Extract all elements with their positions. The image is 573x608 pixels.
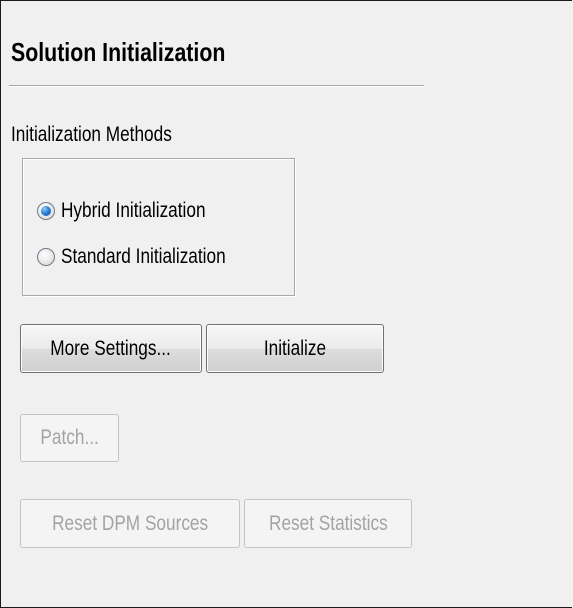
reset-dpm-sources-button[interactable]: Reset DPM Sources <box>20 499 240 548</box>
reset-statistics-button[interactable]: Reset Statistics <box>244 499 412 548</box>
reset-statistics-button-label: Reset Statistics <box>268 511 388 535</box>
hybrid-initialization-label[interactable]: Hybrid Initialization <box>61 199 206 223</box>
panel-title: Solution Initialization <box>11 37 226 67</box>
title-divider <box>9 85 424 87</box>
initialize-button-label: Initialize <box>263 336 327 360</box>
hybrid-initialization-option[interactable]: Hybrid Initialization <box>37 197 237 225</box>
standard-initialization-radio[interactable] <box>37 248 55 266</box>
patch-button-label: Patch... <box>40 426 99 449</box>
standard-initialization-label[interactable]: Standard Initialization <box>61 245 226 269</box>
standard-initialization-option[interactable]: Standard Initialization <box>37 243 262 271</box>
patch-button[interactable]: Patch... <box>20 414 119 462</box>
solution-initialization-panel: Solution Initialization Initialization M… <box>0 0 572 608</box>
hybrid-initialization-radio[interactable] <box>37 202 55 220</box>
more-settings-button[interactable]: More Settings... <box>20 324 202 373</box>
initialization-methods-group: Hybrid Initialization Standard Initializ… <box>22 158 295 296</box>
more-settings-button-label: More Settings... <box>50 336 172 360</box>
initialize-button[interactable]: Initialize <box>206 324 384 373</box>
reset-dpm-sources-button-label: Reset DPM Sources <box>51 511 208 535</box>
initialization-methods-label: Initialization Methods <box>11 123 172 146</box>
